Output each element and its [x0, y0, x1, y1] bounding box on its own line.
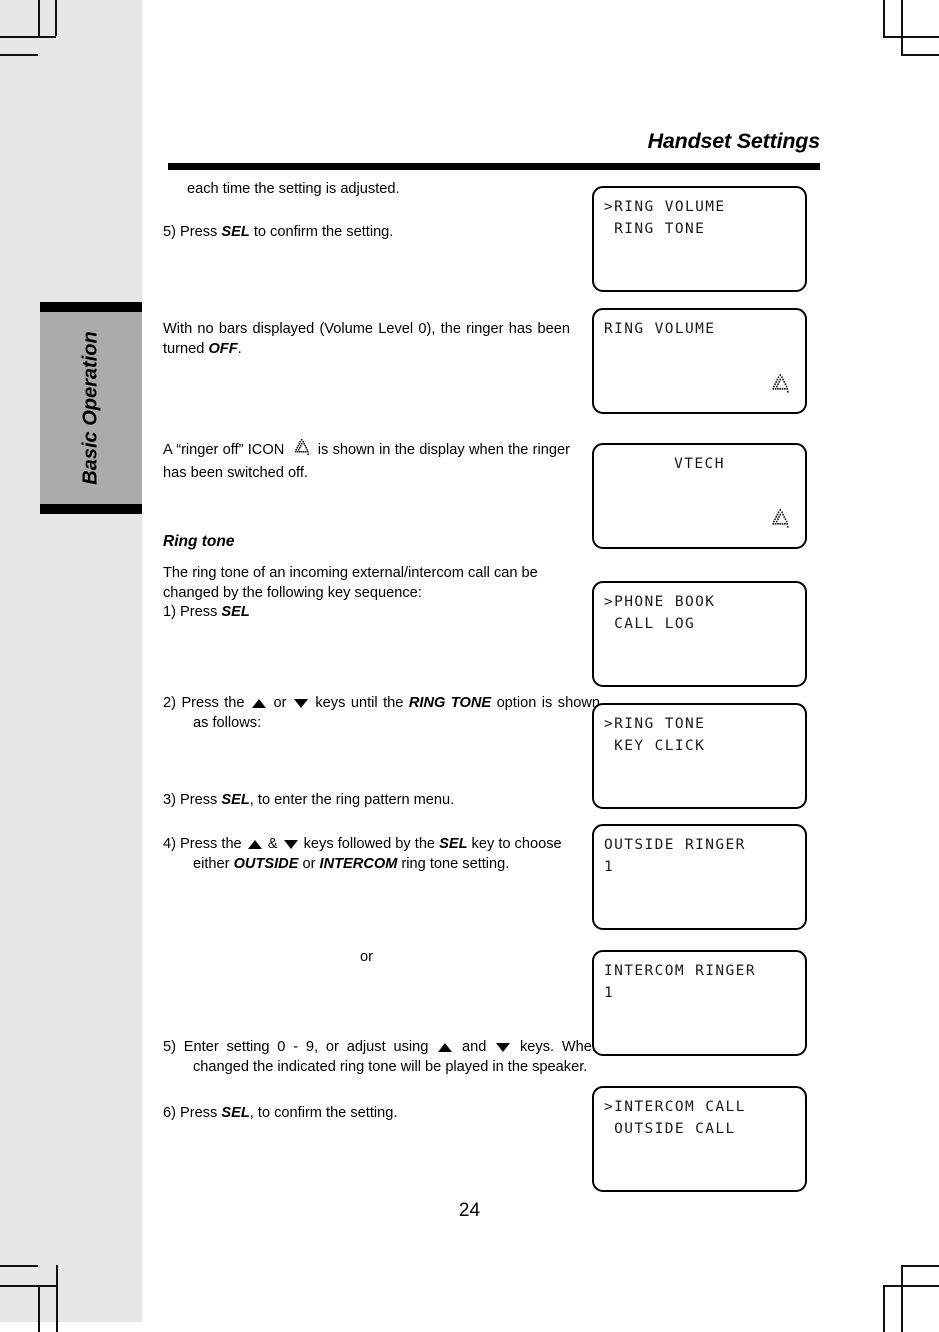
para-ringer-off-icon: A “ringer off” ICON is shown in the disp… [163, 438, 570, 483]
para-step2: 2) Press the or keys until the RING TONE… [163, 695, 600, 731]
down-arrow-icon [496, 1043, 511, 1052]
ringer-off-icon [769, 508, 791, 535]
down-arrow-icon [293, 699, 308, 708]
lcd-content: >RING VOLUME RING TONE [594, 188, 805, 290]
ringer-off-icon [769, 373, 791, 400]
left-margin-band [0, 0, 142, 1322]
manual-page: Handset Settings Basic Operation each ti… [0, 0, 939, 1332]
up-arrow-icon [247, 840, 262, 849]
off-label: OFF [208, 340, 238, 357]
header-rule [168, 163, 820, 170]
para-step5-tone: 5) Enter setting 0 - 9, or adjust using … [163, 1039, 600, 1075]
outside-option-label: OUTSIDE [233, 855, 299, 872]
lcd-call-type-menu: >INTERCOM CALL OUTSIDE CALL [592, 1086, 807, 1192]
lcd-ring-volume-menu: >RING VOLUME RING TONE [592, 186, 807, 292]
sidebar-section-label: Basic Operation [79, 331, 102, 485]
page-number: 24 [458, 1200, 481, 1221]
sidebar-section-tab: Basic Operation [40, 302, 142, 514]
sel-key-label: SEL [221, 604, 250, 620]
lcd-ring-volume-off: RING VOLUME [592, 308, 807, 414]
lcd-line-1: VTECH [674, 456, 725, 472]
section-heading-ring-tone: Ring tone [163, 533, 235, 550]
sel-key-label: SEL [221, 1105, 250, 1121]
intercom-option-label: INTERCOM [319, 855, 398, 872]
or-separator-label: or [360, 949, 373, 965]
up-arrow-icon [251, 699, 266, 708]
tab-bar-bottom [40, 504, 142, 514]
lcd-line-2: OUTSIDE CALL [604, 1121, 736, 1137]
lcd-content: >INTERCOM CALL OUTSIDE CALL [594, 1088, 805, 1190]
down-arrow-icon [283, 840, 298, 849]
lcd-line-2: CALL LOG [604, 616, 696, 632]
para-step3: 3) Press SEL, to enter the ring pattern … [163, 792, 455, 808]
lcd-ring-tone-menu: >RING TONE KEY CLICK [592, 703, 807, 809]
para-no-bars: With no bars displayed (Volume Level 0),… [163, 321, 570, 357]
sel-key-label: SEL [221, 224, 250, 240]
lcd-intercom-ringer: INTERCOM RINGER 1 [592, 950, 807, 1056]
lcd-idle-vtech: VTECH [592, 443, 807, 549]
lcd-line-1: >RING TONE [604, 716, 706, 732]
lcd-outside-ringer: OUTSIDE RINGER 1 [592, 824, 807, 930]
lcd-line-1: >PHONE BOOK [604, 594, 716, 610]
ring-tone-option-label: RING TONE [408, 695, 492, 711]
para-each-time: each time the setting is adjusted. [187, 181, 400, 197]
para-step6: 6) Press SEL, to confirm the setting. [163, 1105, 398, 1121]
lcd-line-1: RING VOLUME [604, 321, 716, 337]
lcd-line-2: 1 [604, 859, 615, 875]
lcd-content: OUTSIDE RINGER 1 [594, 826, 805, 928]
sel-key-label: SEL [221, 792, 250, 808]
page-title: Handset Settings [647, 129, 821, 153]
para-step1: 1) Press SEL [163, 604, 250, 620]
lcd-line-1: >INTERCOM CALL [604, 1099, 746, 1115]
lcd-phone-book-menu: >PHONE BOOK CALL LOG [592, 581, 807, 687]
tab-bar-top [40, 302, 142, 312]
para-step4: 4) Press the & keys followed by the SEL … [163, 836, 562, 872]
lcd-line-1: INTERCOM RINGER [604, 963, 756, 979]
lcd-line-2: 1 [604, 985, 615, 1001]
lcd-content: >PHONE BOOK CALL LOG [594, 583, 805, 685]
lcd-line-2: RING TONE [604, 221, 706, 237]
page-header: Handset Settings [168, 128, 821, 154]
lcd-line-1: >RING VOLUME [604, 199, 726, 215]
lcd-content: >RING TONE KEY CLICK [594, 705, 805, 807]
para-ring-tone-intro: The ring tone of an incoming external/in… [163, 565, 538, 601]
lcd-line-1: OUTSIDE RINGER [604, 837, 746, 853]
up-arrow-icon [438, 1043, 453, 1052]
para-step5-volume: 5) Press SEL to confirm the setting. [163, 224, 394, 240]
lcd-content: INTERCOM RINGER 1 [594, 952, 805, 1054]
sel-key-label: SEL [439, 836, 468, 852]
ringer-off-icon [292, 438, 311, 464]
lcd-line-2: KEY CLICK [604, 738, 706, 754]
